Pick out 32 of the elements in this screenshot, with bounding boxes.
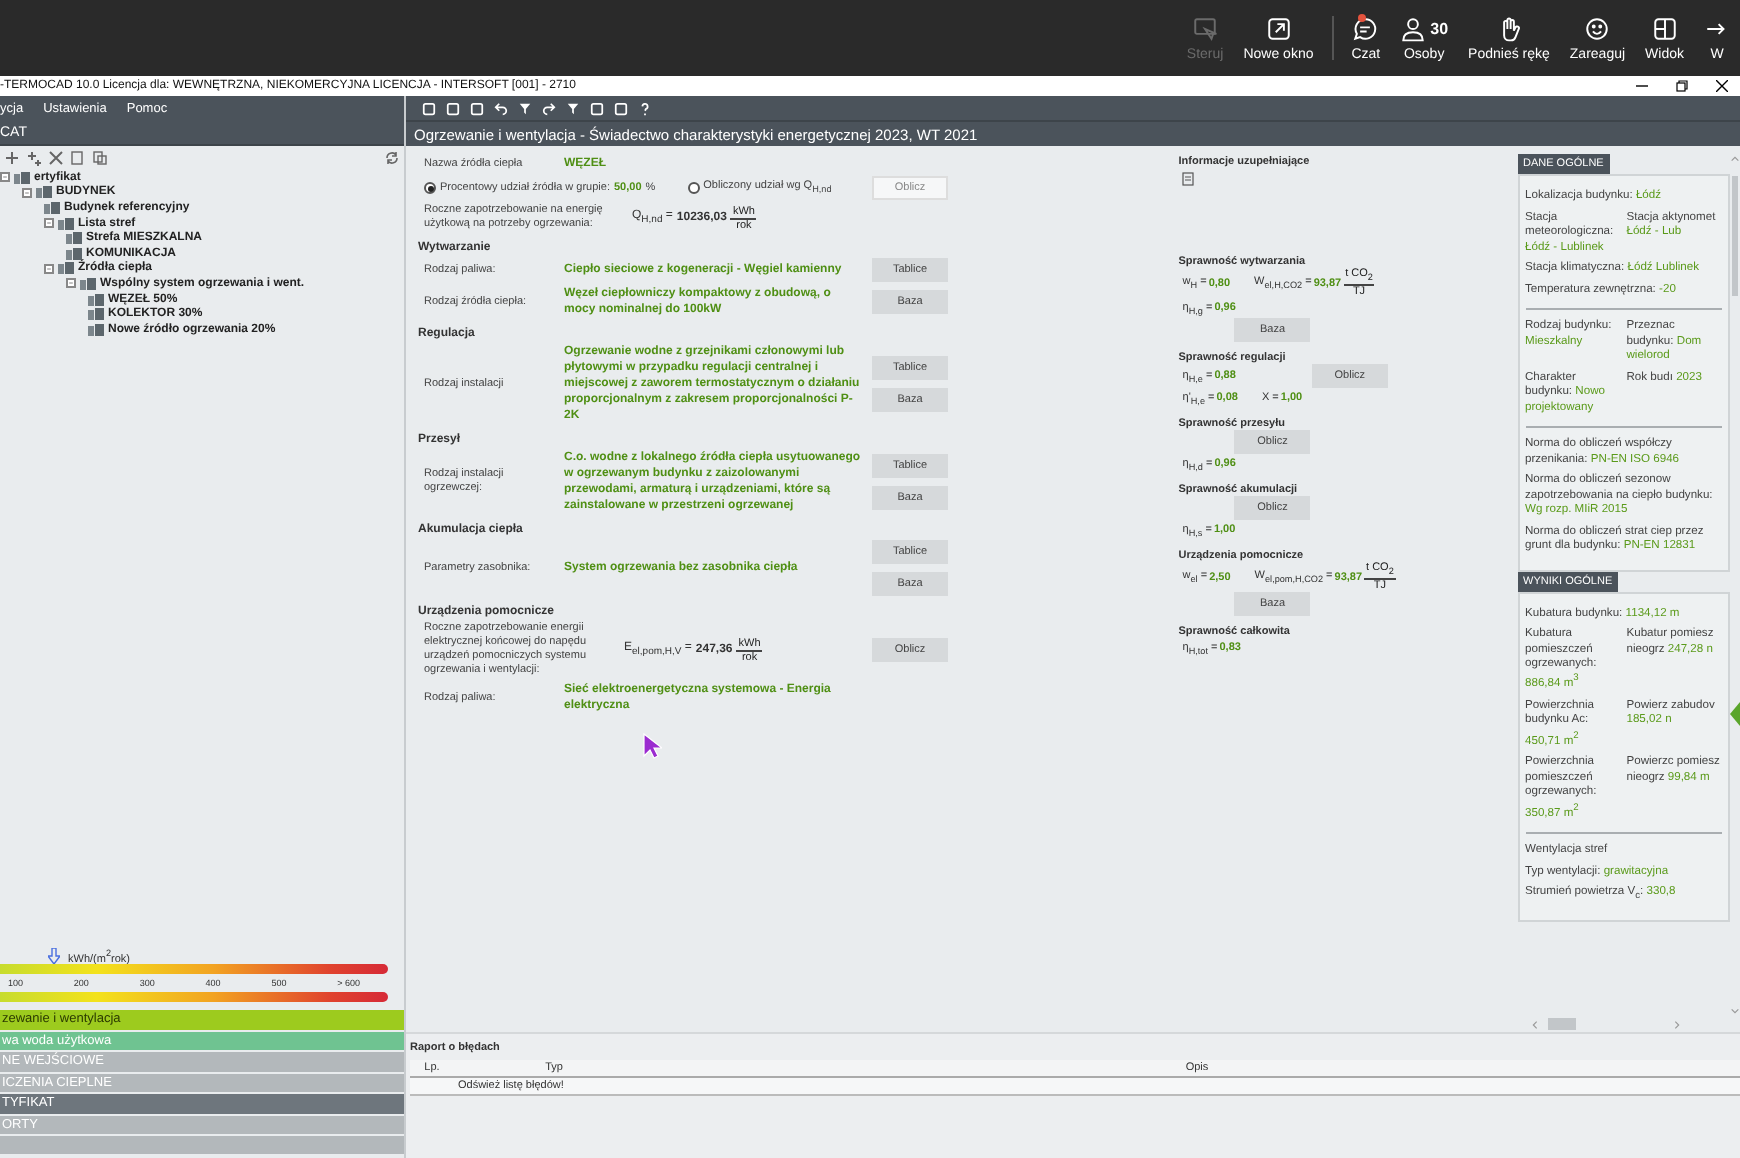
collapse-icon[interactable] <box>22 187 32 198</box>
chat-icon <box>1352 15 1379 41</box>
window-icon <box>1265 15 1292 41</box>
tree-node-icon <box>14 171 30 184</box>
restore-icon[interactable] <box>1676 80 1688 92</box>
collapse-icon[interactable] <box>44 218 54 229</box>
side-handle-icon[interactable] <box>1730 702 1740 726</box>
collapse-icon[interactable] <box>44 263 54 274</box>
close-icon[interactable] <box>1716 80 1728 92</box>
filter-icon[interactable] <box>566 101 580 115</box>
undo-icon[interactable] <box>494 101 508 115</box>
redo-icon[interactable] <box>542 101 556 115</box>
minimize-icon[interactable] <box>1636 80 1648 92</box>
filter-icon[interactable] <box>518 101 532 115</box>
people-icon <box>1400 15 1427 41</box>
document-icon[interactable] <box>1182 172 1195 186</box>
collapse-icon[interactable] <box>0 172 10 183</box>
delete-icon[interactable] <box>48 149 64 165</box>
add-sub-icon[interactable] <box>26 149 42 165</box>
add-icon[interactable] <box>4 149 20 165</box>
control-icon <box>1192 15 1219 41</box>
collapse-icon[interactable] <box>66 278 76 289</box>
help-icon[interactable] <box>638 101 652 115</box>
radio-button[interactable] <box>424 182 436 194</box>
tree-node-icon <box>80 277 96 290</box>
scrollbar-thumb[interactable] <box>1731 176 1738 296</box>
scrollbar-thumb[interactable] <box>1547 1018 1575 1030</box>
layout-icon <box>1651 15 1678 41</box>
radio-button[interactable] <box>687 182 700 194</box>
cursor-icon <box>642 732 662 760</box>
paste-icon[interactable] <box>92 149 108 165</box>
smile-icon <box>1584 15 1611 41</box>
